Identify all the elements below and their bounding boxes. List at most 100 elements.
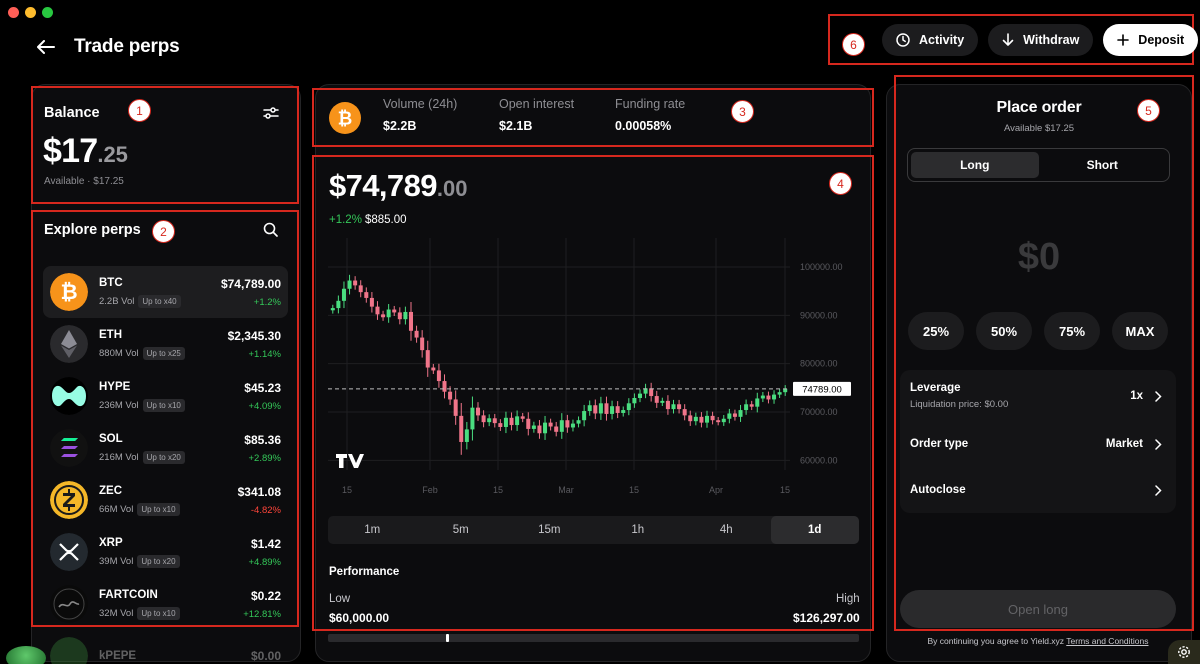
asset-leverage-badge: Up to x20 [137, 554, 180, 568]
withdraw-button[interactable]: Withdraw [988, 23, 1094, 56]
chevron-right-icon [1155, 438, 1162, 450]
sol-logo-icon [50, 429, 88, 467]
candle-body [459, 415, 464, 442]
candle-body [705, 415, 710, 423]
candle-body [386, 309, 391, 318]
order-type-row[interactable]: Order type Market [910, 438, 1162, 450]
leverage-row[interactable]: Leverage Liquidation price: $0.00 1x [910, 382, 1162, 410]
asset-volume: 236M Vol [99, 399, 139, 411]
candle-body [744, 404, 749, 411]
zoom-window-button[interactable] [42, 7, 53, 18]
timeframe-15m[interactable]: 15m [505, 516, 594, 544]
open-long-button[interactable]: Open long [900, 590, 1176, 628]
asset-row-kpepe[interactable]: kPEPE $0.00 [43, 630, 288, 664]
candle-body [403, 311, 408, 320]
candle-body [654, 396, 659, 403]
asset-row-btc[interactable]: ₿ BTC 2.2B Vol Up to x40 $74,789.00 +1.2% [43, 266, 288, 318]
performance-range-marker [446, 634, 449, 642]
percent-button-max[interactable]: MAX [1112, 312, 1168, 350]
long-tab[interactable]: Long [911, 152, 1039, 178]
arrow-left-icon [37, 40, 55, 54]
marker-6: 6 [842, 33, 865, 56]
xrp-logo-icon [50, 533, 88, 571]
terms-link[interactable]: Terms and Conditions [1066, 636, 1148, 646]
percent-button-75[interactable]: 75% [1044, 312, 1100, 350]
marker-4: 4 [829, 172, 852, 195]
close-window-button[interactable] [8, 7, 19, 18]
percent-button-25[interactable]: 25% [908, 312, 964, 350]
timeframe-4h[interactable]: 4h [682, 516, 771, 544]
candle-body [677, 404, 682, 410]
timeframe-5m[interactable]: 5m [417, 516, 506, 544]
asset-price: $341.08 [237, 484, 281, 499]
candle-body [565, 420, 570, 428]
asset-row-fartcoin[interactable]: FARTCOIN 32M Vol Up to x10 $0.22 +12.81% [43, 578, 288, 630]
short-tab[interactable]: Short [1039, 152, 1167, 178]
price-cents: .00 [436, 176, 468, 201]
deposit-button[interactable]: Deposit [1103, 23, 1199, 56]
asset-price: $2,345.30 [227, 328, 281, 343]
x-tick-label: 15 [493, 485, 503, 495]
autoclose-row[interactable]: Autoclose [910, 484, 1162, 496]
balance-amount: $17.25 [43, 132, 128, 171]
asset-volume: 32M Vol [99, 607, 134, 619]
deposit-label: Deposit [1138, 32, 1185, 47]
stat-oi-value: $2.1B [499, 119, 533, 133]
candle-body [777, 392, 782, 395]
activity-button[interactable]: Activity [882, 23, 979, 56]
candle-body [693, 416, 698, 422]
balance-cents: .25 [97, 142, 128, 167]
asset-leverage-badge: Up to x10 [137, 606, 180, 620]
timeframe-1m[interactable]: 1m [328, 516, 417, 544]
percent-button-50[interactable]: 50% [976, 312, 1032, 350]
price-chart[interactable]: 100000.00 90000.00 80000.00 70000.00 60000.0… [320, 230, 860, 498]
candle-body [766, 395, 771, 400]
btc-logo-icon: ₿ [329, 101, 361, 134]
stat-open-interest: Open interest $2.1B [499, 97, 574, 133]
candle-body [392, 309, 397, 313]
asset-price: $74,789.00 [220, 276, 281, 291]
candle-body [526, 418, 531, 429]
asset-row-sol[interactable]: SOL 216M Vol Up to x20 $85.36 +2.89% [43, 422, 288, 474]
arrow-down-icon [1002, 32, 1014, 46]
stat-oi-label: Open interest [499, 97, 575, 111]
timeframe-1d[interactable]: 1d [770, 516, 859, 544]
timeframe-1h[interactable]: 1h [594, 516, 683, 544]
candle-body [487, 418, 492, 423]
marker-5: 5 [1137, 99, 1160, 122]
explore-search-button[interactable] [262, 221, 280, 239]
x-tick-label: 15 [342, 485, 352, 495]
asset-row-xrp[interactable]: XRP 39M Vol Up to x20 $1.42 +4.89% [43, 526, 288, 578]
asset-volume: 39M Vol [99, 555, 134, 567]
asset-row-eth[interactable]: ETH 880M Vol Up to x25 $2,345.30 +1.14% [43, 318, 288, 370]
asset-symbol: ZEC [99, 484, 122, 497]
order-amount[interactable]: $0 [897, 236, 1181, 279]
minimize-window-button[interactable] [25, 7, 36, 18]
candle-body [660, 400, 665, 403]
avatar[interactable] [6, 646, 46, 664]
terms-text: By continuing you agree to Yield.xyz Ter… [886, 636, 1190, 646]
price-whole: $74,789 [329, 168, 437, 203]
order-options: Leverage Liquidation price: $0.00 1x Ord… [900, 370, 1176, 513]
svg-text:₿: ₿ [60, 281, 77, 304]
asset-row-zec[interactable]: ZEC 66M Vol Up to x10 $341.08 -4.82% [43, 474, 288, 526]
balance-settings-button[interactable] [262, 104, 280, 122]
candle-body [576, 420, 581, 424]
asset-row-hype[interactable]: HYPE 236M Vol Up to x10 $45.23 +4.09% [43, 370, 288, 422]
y-tick-label: 60000.00 [800, 455, 838, 465]
candle-body [554, 426, 559, 432]
price-change-abs: $885.00 [364, 214, 407, 226]
clock-icon [896, 32, 910, 47]
candle-body [699, 416, 704, 423]
candle-body [570, 423, 575, 428]
leverage-label: Leverage [910, 382, 961, 394]
performance-range-bar [328, 634, 859, 642]
asset-volume: 216M Vol [99, 451, 139, 463]
back-button[interactable] [36, 37, 56, 57]
settings-button[interactable] [1168, 640, 1200, 664]
y-tick-label: 70000.00 [800, 407, 838, 417]
chevron-right-icon [1155, 484, 1162, 496]
candle-body [649, 388, 654, 397]
x-tick-label: 15 [780, 485, 790, 495]
candle-body [381, 314, 386, 318]
